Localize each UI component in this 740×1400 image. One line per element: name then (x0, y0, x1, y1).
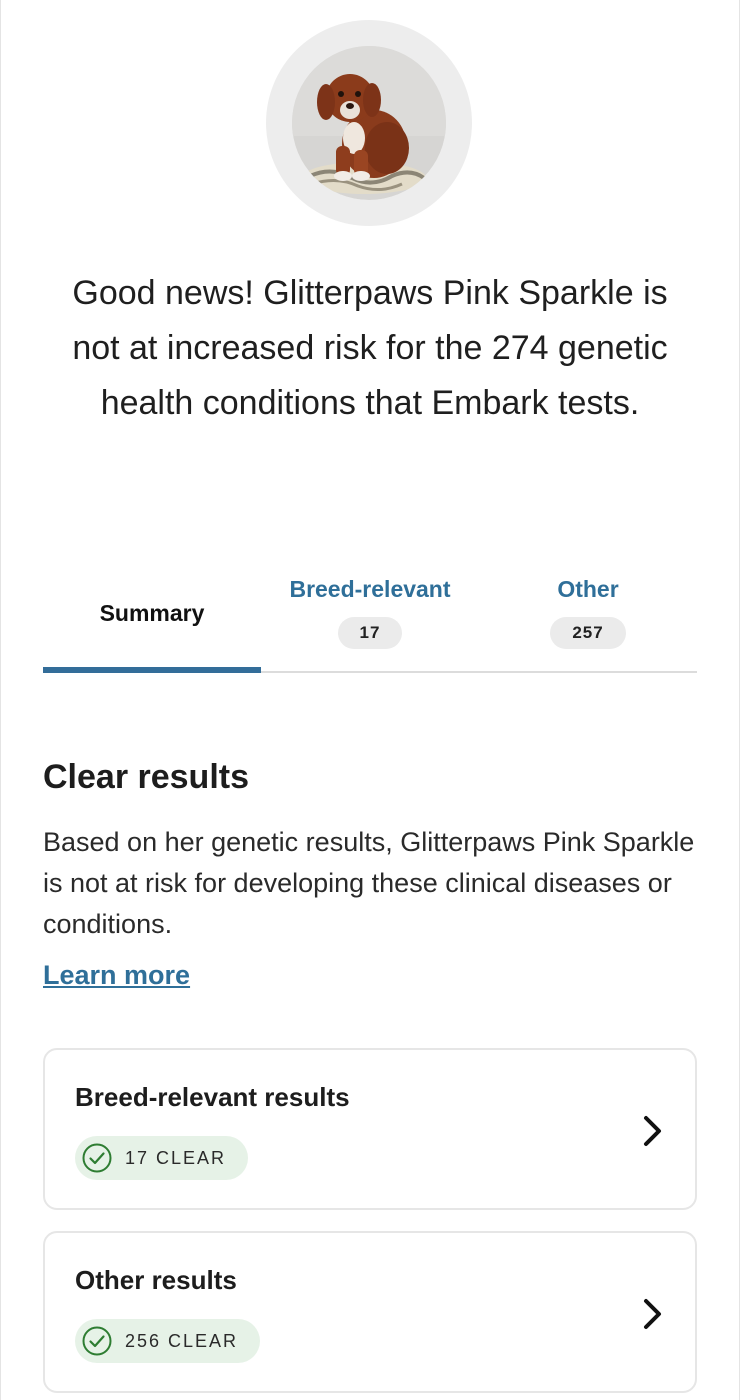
tab-summary[interactable]: Summary (43, 560, 261, 668)
other-results-card[interactable]: Other results 256 CLEAR (43, 1231, 697, 1393)
clear-count-text: 17 CLEAR (125, 1147, 227, 1168)
learn-more-link[interactable]: Learn more (43, 960, 190, 991)
chevron-right-icon (644, 1116, 661, 1146)
check-circle-icon (82, 1143, 112, 1173)
tab-other[interactable]: Other 257 (479, 560, 697, 668)
tab-breed-relevant[interactable]: Breed-relevant 17 (261, 560, 479, 668)
clear-count-text: 256 CLEAR (125, 1330, 239, 1351)
result-headline: Good news! Glitterpaws Pink Sparkle is n… (72, 274, 668, 422)
dog-avatar (266, 20, 472, 226)
tab-other-count: 257 (550, 617, 626, 649)
card-title: Other results (75, 1265, 237, 1295)
card-title: Breed-relevant results (75, 1082, 350, 1112)
breed-relevant-results-card[interactable]: Breed-relevant results 17 CLEAR (43, 1048, 697, 1210)
tab-breed-relevant-count: 17 (337, 617, 403, 649)
chevron-right-icon (644, 1299, 661, 1329)
clear-count-badge: 17 CLEAR (75, 1136, 249, 1180)
check-circle-icon (82, 1326, 112, 1356)
tab-other-label: Other (557, 576, 619, 602)
dog-photo (292, 46, 446, 200)
section-description: Based on her genetic results, Glitterpaw… (43, 827, 695, 939)
tab-summary-label: Summary (99, 600, 205, 626)
section-title: Clear results (43, 758, 249, 796)
results-tabs: Summary Breed-relevant 17 Other 257 (43, 560, 697, 674)
active-tab-indicator (43, 667, 261, 673)
tab-breed-relevant-label: Breed-relevant (289, 576, 451, 602)
clear-count-badge: 256 CLEAR (75, 1319, 261, 1363)
